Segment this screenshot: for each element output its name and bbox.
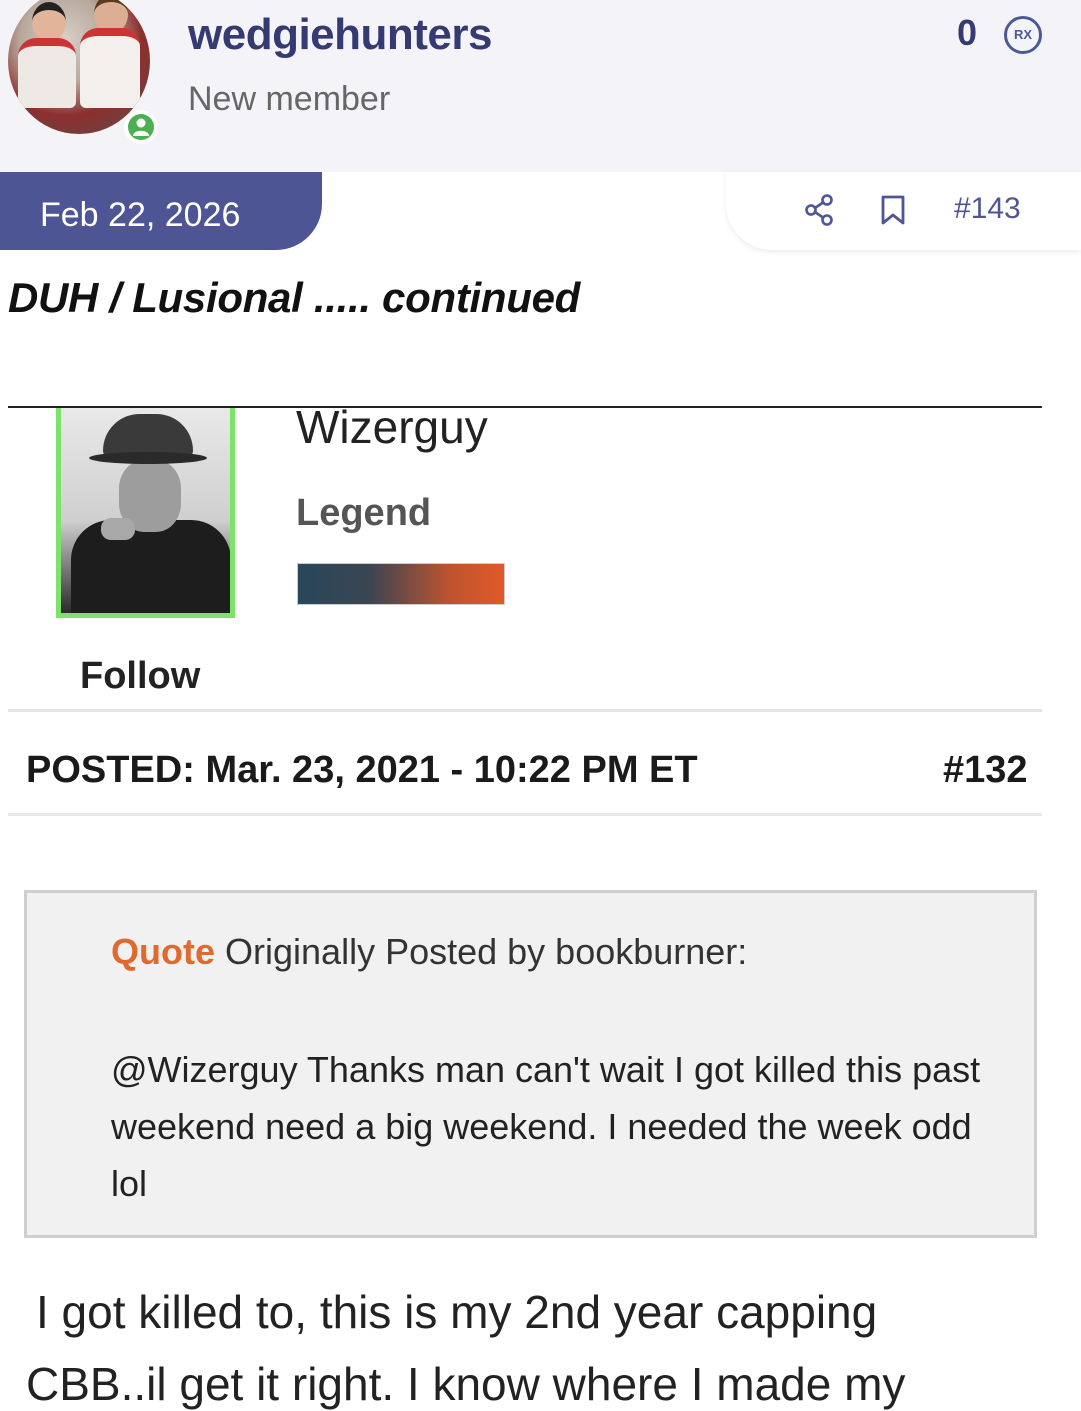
rx-badge-icon[interactable]: RX <box>1004 16 1042 54</box>
quote-body: @Wizerguy Thanks man can't wait I got ki… <box>111 1049 981 1204</box>
points-count: 0 <box>957 12 978 53</box>
share-icon[interactable] <box>804 194 834 226</box>
avatar-photo-figure <box>32 2 66 42</box>
avatar-photo-figure <box>18 38 76 108</box>
quote-label: Quote <box>111 931 215 972</box>
divider <box>8 813 1042 816</box>
reply-line: CBB..il get it right. I know where I mad… <box>26 1358 906 1410</box>
avatar-photo-figure <box>80 28 140 108</box>
embedded-rank-bar <box>297 563 505 605</box>
post-number-link[interactable]: #143 <box>954 192 1021 226</box>
embedded-author-rank: Legend <box>296 492 432 534</box>
post-title: DUH / Lusional ..... continued <box>8 274 581 321</box>
bookmark-icon[interactable] <box>880 195 906 225</box>
post-date: Feb 22, 2026 <box>40 196 241 234</box>
embedded-author-name: Wizerguy <box>296 401 488 453</box>
post-date-tab: Feb 22, 2026 <box>0 172 322 250</box>
embedded-posted-date: POSTED: Mar. 23, 2021 - 10:22 PM ET <box>26 749 698 791</box>
embedded-reply-text: I got killed to, this is my 2nd year cap… <box>26 1276 1066 1411</box>
embedded-post-number: #132 <box>943 749 1028 791</box>
member-role: New member <box>188 80 391 118</box>
username[interactable]: wedgiehunters <box>188 10 493 60</box>
quote-attribution: Originally Posted by bookburner: <box>225 931 748 972</box>
quote-header: Quote Originally Posted by bookburner: <box>111 931 747 973</box>
quote-box: Quote Originally Posted by bookburner: @… <box>24 890 1037 1238</box>
divider <box>8 709 1042 712</box>
embedded-author-avatar <box>56 408 235 618</box>
reply-line: I got killed to, this is my 2nd year cap… <box>36 1286 878 1338</box>
profile-header <box>0 0 1081 172</box>
online-status-icon <box>124 110 158 144</box>
embedded-follow-label: Follow <box>80 655 201 697</box>
